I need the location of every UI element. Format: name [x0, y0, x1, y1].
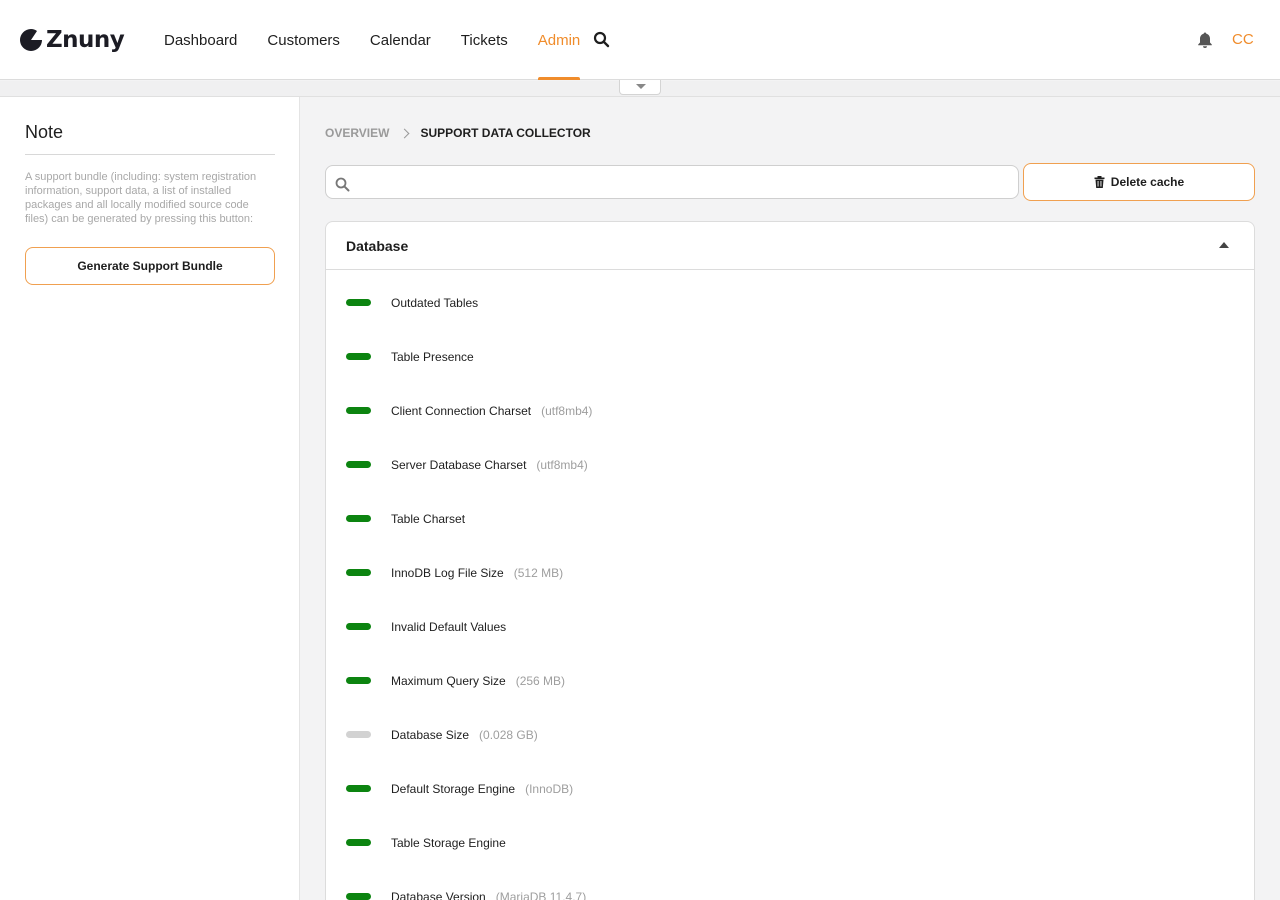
- status-indicator: [346, 407, 371, 414]
- check-row: Server Database Charset (utf8mb4): [326, 433, 1254, 487]
- check-row: Database Size (0.028 GB): [326, 703, 1254, 757]
- section-title: Database: [346, 238, 409, 254]
- sidebar-note-text: A support bundle (including: system regi…: [25, 171, 257, 225]
- check-name: InnoDB Log File Size: [391, 566, 504, 580]
- status-indicator: [346, 353, 371, 360]
- check-value: (utf8mb4): [536, 458, 588, 472]
- check-label: Database Size (0.028 GB): [391, 728, 538, 742]
- header-collapse-toggle[interactable]: [619, 80, 661, 95]
- chevron-right-icon: [400, 128, 410, 138]
- status-indicator: [346, 839, 371, 846]
- generate-support-bundle-button[interactable]: Generate Support Bundle: [25, 247, 275, 285]
- check-label: Table Presence: [391, 350, 474, 364]
- check-label: InnoDB Log File Size (512 MB): [391, 566, 563, 580]
- delete-cache-button[interactable]: Delete cache: [1023, 163, 1255, 201]
- check-row: Database Version (MariaDB 11.4.7): [326, 865, 1254, 900]
- check-label: Default Storage Engine (InnoDB): [391, 782, 573, 796]
- sidebar: Note A support bundle (including: system…: [0, 97, 300, 900]
- status-indicator: [346, 893, 371, 900]
- nav-item-admin[interactable]: Admin: [523, 0, 596, 80]
- nav-item-tickets[interactable]: Tickets: [446, 0, 523, 80]
- check-value: (0.028 GB): [479, 728, 538, 742]
- status-indicator: [346, 461, 371, 468]
- check-name: Database Size: [391, 728, 470, 742]
- sidebar-divider: [25, 154, 275, 155]
- check-label: Invalid Default Values: [391, 620, 506, 634]
- database-section-panel: Database Outdated Tables Table Presence Cl…: [325, 221, 1255, 900]
- check-row: Table Presence: [326, 325, 1254, 379]
- top-navigation-bar: Znuny Dashboard Customers Calendar Ticke…: [0, 0, 1280, 80]
- check-row: Table Storage Engine: [326, 811, 1254, 865]
- section-header[interactable]: Database: [326, 222, 1254, 270]
- logo-icon: [20, 29, 42, 51]
- check-name: Table Presence: [391, 350, 474, 364]
- check-name: Outdated Tables: [391, 296, 479, 310]
- breadcrumb: OVERVIEW SUPPORT DATA COLLECTOR: [325, 126, 591, 140]
- check-label: Outdated Tables: [391, 296, 478, 310]
- check-name: Client Connection Charset: [391, 404, 532, 418]
- check-name: Database Version: [391, 890, 486, 900]
- status-indicator: [346, 515, 371, 522]
- sidebar-title: Note: [25, 122, 64, 142]
- status-indicator: [346, 569, 371, 576]
- check-value: (512 MB): [513, 566, 564, 580]
- check-row: Invalid Default Values: [326, 595, 1254, 649]
- main-nav: Dashboard Customers Calendar Tickets Adm…: [149, 0, 595, 80]
- status-indicator: [346, 785, 371, 792]
- check-value: (InnoDB): [525, 782, 574, 796]
- logo-text: Znuny: [46, 27, 125, 53]
- status-indicator: [346, 299, 371, 306]
- check-name: Server Database Charset: [391, 458, 527, 472]
- filter-search-box[interactable]: [325, 165, 1019, 199]
- breadcrumb-overview-link[interactable]: OVERVIEW: [325, 126, 389, 140]
- check-value: (utf8mb4): [541, 404, 593, 418]
- status-indicator: [346, 731, 371, 738]
- check-label: Maximum Query Size (256 MB): [391, 674, 565, 688]
- bell-icon[interactable]: [1196, 31, 1214, 49]
- search-icon: [335, 177, 350, 192]
- check-name: Table Storage Engine: [391, 836, 506, 850]
- nav-item-dashboard[interactable]: Dashboard: [149, 0, 252, 80]
- check-row: Client Connection Charset (utf8mb4): [326, 379, 1254, 433]
- check-row: Default Storage Engine (InnoDB): [326, 757, 1254, 811]
- trash-icon: [1094, 176, 1105, 188]
- check-name: Invalid Default Values: [391, 620, 507, 634]
- check-value: (MariaDB 11.4.7): [495, 890, 587, 900]
- check-label: Table Charset: [391, 512, 465, 526]
- search-input[interactable]: [358, 166, 1008, 198]
- status-indicator: [346, 677, 371, 684]
- check-row: Outdated Tables: [326, 271, 1254, 325]
- check-label: Client Connection Charset (utf8mb4): [391, 404, 592, 418]
- check-name: Table Charset: [391, 512, 466, 526]
- delete-cache-label: Delete cache: [1110, 175, 1185, 189]
- znuny-logo[interactable]: Znuny: [20, 26, 125, 54]
- check-name: Maximum Query Size: [391, 674, 506, 688]
- check-label: Table Storage Engine: [391, 836, 506, 850]
- nav-item-customers[interactable]: Customers: [252, 0, 355, 80]
- breadcrumb-current: SUPPORT DATA COLLECTOR: [420, 126, 591, 140]
- check-row: Table Charset: [326, 487, 1254, 541]
- check-row: Maximum Query Size (256 MB): [326, 649, 1254, 703]
- nav-item-calendar[interactable]: Calendar: [355, 0, 446, 80]
- check-value: (256 MB): [515, 674, 566, 688]
- check-list: Outdated Tables Table Presence Client Conn…: [326, 271, 1254, 900]
- check-row: InnoDB Log File Size (512 MB): [326, 541, 1254, 595]
- check-label: Server Database Charset (utf8mb4): [391, 458, 588, 472]
- user-avatar[interactable]: CC: [1232, 31, 1254, 48]
- check-name: Default Storage Engine: [391, 782, 516, 796]
- check-label: Database Version (MariaDB 11.4.7): [391, 890, 586, 900]
- status-indicator: [346, 623, 371, 630]
- collapse-caret-icon[interactable]: [1219, 242, 1229, 248]
- search-icon[interactable]: [592, 30, 612, 50]
